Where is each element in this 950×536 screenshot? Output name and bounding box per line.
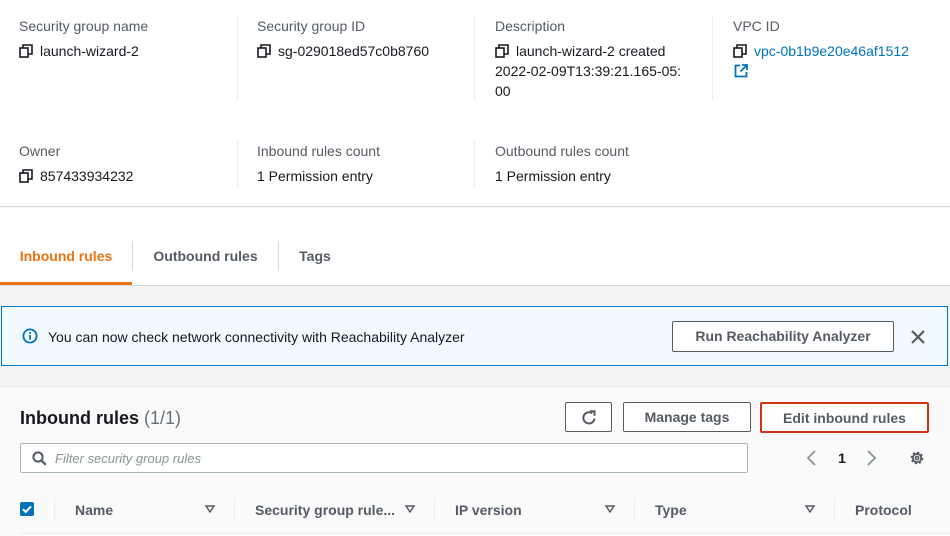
sort-down-icon[interactable] xyxy=(405,505,415,513)
refresh-icon xyxy=(581,410,595,425)
inbound-count-field: Inbound rules count 1 Permission entry xyxy=(257,141,380,186)
tab-outbound-rules[interactable]: Outbound rules xyxy=(133,208,278,285)
alert-message: You can now check network connectivity w… xyxy=(48,329,465,345)
gear-icon[interactable] xyxy=(908,449,926,467)
owner-value: 857433934232 xyxy=(40,168,134,184)
column-header-name[interactable]: Name xyxy=(75,502,113,518)
edit-inbound-rules-button[interactable]: Edit inbound rules xyxy=(760,402,929,433)
description-line-1: launch-wizard-2 created xyxy=(516,43,666,59)
description-field: Description launch-wizard-2 created 2022… xyxy=(495,16,681,101)
tab-bar: Inbound rules Outbound rules Tags xyxy=(0,208,950,286)
column-header-ip-version[interactable]: IP version xyxy=(455,502,522,518)
outbound-count-value: 1 Permission entry xyxy=(495,168,611,184)
header-underline xyxy=(20,533,950,534)
close-icon[interactable] xyxy=(908,327,928,347)
sort-down-icon[interactable] xyxy=(205,505,215,513)
vpc-id-label: VPC ID xyxy=(733,18,780,34)
copy-icon[interactable] xyxy=(257,41,273,61)
outbound-count-field: Outbound rules count 1 Permission entry xyxy=(495,141,629,186)
chevron-right-icon[interactable] xyxy=(864,450,878,466)
search-field xyxy=(20,443,748,473)
divider xyxy=(474,141,475,187)
table-header: Name Security group rule... IP version T… xyxy=(0,489,950,536)
column-header-protocol[interactable]: Protocol xyxy=(855,502,912,518)
rule-count: (1/1) xyxy=(144,408,182,428)
column-divider xyxy=(54,497,55,521)
external-link-icon[interactable] xyxy=(734,64,748,78)
column-divider xyxy=(234,497,235,521)
description-label: Description xyxy=(495,18,566,34)
copy-icon[interactable] xyxy=(19,41,35,61)
divider xyxy=(474,16,475,100)
info-icon xyxy=(22,328,38,344)
owner-field: Owner 857433934232 xyxy=(19,141,133,186)
column-divider xyxy=(634,497,635,521)
sort-down-icon[interactable] xyxy=(805,505,815,513)
copy-icon[interactable] xyxy=(733,41,749,61)
sg-name-value: launch-wizard-2 xyxy=(40,43,139,59)
sg-id-label: Security group ID xyxy=(257,18,366,34)
description-line-3: 00 xyxy=(495,83,511,99)
vpc-id-link[interactable]: vpc-0b1b9e20e46af1512 xyxy=(754,41,909,61)
run-reachability-analyzer-button[interactable]: Run Reachability Analyzer xyxy=(672,321,894,352)
description-line-2: 2022-02-09T13:39:21.165-05: xyxy=(495,63,682,79)
outbound-count-label: Outbound rules count xyxy=(495,143,629,159)
panel-title-text: Inbound rules xyxy=(20,408,139,428)
sg-id-field: Security group ID sg-029018ed57c0b8760 xyxy=(257,16,429,61)
panel-title: Inbound rules (1/1) xyxy=(20,407,181,429)
search-input[interactable] xyxy=(55,448,735,468)
manage-tags-button[interactable]: Manage tags xyxy=(623,402,751,432)
inbound-count-label: Inbound rules count xyxy=(257,143,380,159)
sort-down-icon[interactable] xyxy=(605,505,615,513)
vpc-id-field: VPC ID vpc-0b1b9e20e46af1512 xyxy=(733,16,909,61)
sg-name-label: Security group name xyxy=(19,18,149,34)
select-all-checkbox[interactable] xyxy=(20,502,34,516)
sg-id-value: sg-029018ed57c0b8760 xyxy=(278,43,430,59)
copy-icon[interactable] xyxy=(19,166,35,186)
tab-inbound-rules[interactable]: Inbound rules xyxy=(0,208,132,285)
divider xyxy=(237,141,238,187)
info-alert: You can now check network connectivity w… xyxy=(1,306,948,366)
column-header-type[interactable]: Type xyxy=(655,502,687,518)
divider xyxy=(237,16,238,100)
chevron-left-icon[interactable] xyxy=(805,450,819,466)
column-divider xyxy=(434,497,435,521)
column-header-security-group-rule[interactable]: Security group rule... xyxy=(255,502,395,518)
refresh-button[interactable] xyxy=(565,402,612,432)
column-divider xyxy=(834,497,835,521)
check-icon xyxy=(22,505,32,514)
page-number[interactable]: 1 xyxy=(833,450,851,466)
sg-name-field: Security group name launch-wizard-2 xyxy=(19,16,148,61)
copy-icon[interactable] xyxy=(495,41,511,61)
divider xyxy=(712,16,713,100)
search-icon xyxy=(32,451,47,466)
tab-tags[interactable]: Tags xyxy=(279,208,351,285)
inbound-count-value: 1 Permission entry xyxy=(257,168,373,184)
owner-label: Owner xyxy=(19,143,61,159)
security-group-details: Security group name launch-wizard-2 Secu… xyxy=(0,0,950,207)
